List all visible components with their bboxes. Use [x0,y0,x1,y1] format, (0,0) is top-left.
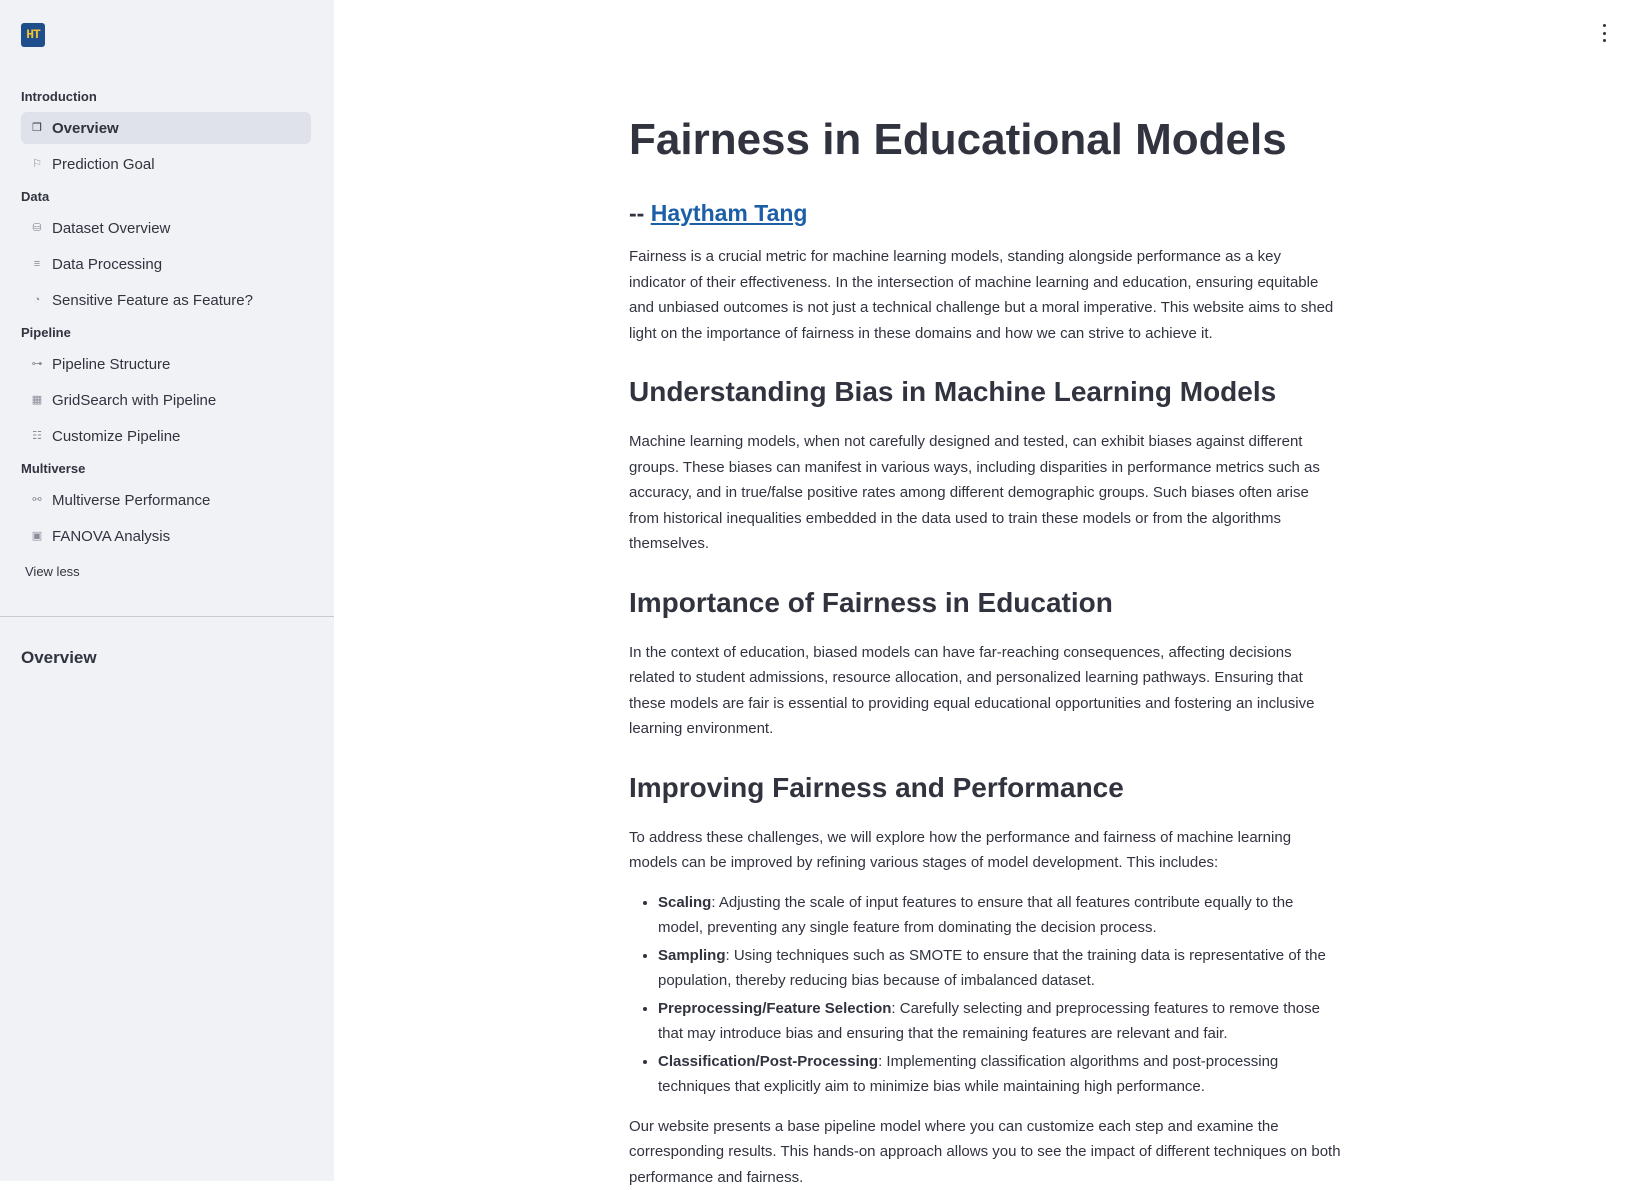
sidebar-item-data-processing[interactable]: ≡ Data Processing [21,248,311,280]
sidebar-item-label: Pipeline Structure [52,356,170,373]
sidebar-item-label: FANOVA Analysis [52,528,170,545]
list-item-term: Sampling [658,947,726,964]
sidebar-item-multiverse-performance[interactable]: ⚯ Multiverse Performance [21,484,311,516]
list-item-text: : Using techniques such as SMOTE to ensu… [658,947,1326,990]
head-icon: ◔ [31,294,43,306]
list-item-term: Preprocessing/Feature Selection [658,1000,891,1017]
list-item: Preprocessing/Feature Selection: Careful… [658,996,1341,1047]
sidebar-item-prediction-goal[interactable]: ⚐ Prediction Goal [21,148,311,180]
sidebar: HT Introduction ❐ Overview ⚐ Prediction Goal… [0,0,334,1181]
tree-icon: ⊶ [31,358,43,370]
sidebar-item-sensitive-feature-as-feature[interactable]: ◔ Sensitive Feature as Feature? [21,284,311,316]
main-content: Fairness in Educational Models -- Haytha… [629,108,1341,1190]
list-item-term: Classification/Post-Processing [658,1053,878,1070]
sidebar-item-dataset-overview[interactable]: ⛁ Dataset Overview [21,212,311,244]
sidebar-divider [0,616,334,617]
heading-bias: Understanding Bias in Machine Learning M… [629,372,1341,412]
sidebar-item-overview[interactable]: ❐ Overview [21,112,311,144]
sidebar-item-customize-pipeline[interactable]: ☷ Customize Pipeline [21,420,311,452]
sidebar-item-label: Dataset Overview [52,220,170,237]
author-line: -- Haytham Tang [629,196,1341,230]
author-prefix: -- [629,200,651,226]
closing-paragraph: Our website presents a base pipeline mod… [629,1114,1341,1190]
heading-importance: Importance of Fairness in Education [629,583,1341,623]
app-logo-icon[interactable]: HT [21,23,45,47]
sidebar-item-label: Prediction Goal [52,156,155,173]
list-item: Scaling: Adjusting the scale of input fe… [658,890,1341,941]
sidebar-section-title: Data [21,184,311,210]
lines-icon: ≡ [31,258,43,270]
database-icon: ⛁ [31,222,43,234]
importance-paragraph: In the context of education, biased mode… [629,640,1341,742]
list-item: Sampling: Using techniques such as SMOTE… [658,943,1341,994]
sidebar-section-title: Introduction [21,84,311,110]
list-item-term: Scaling [658,894,711,911]
bias-paragraph: Machine learning models, when not carefu… [629,429,1341,557]
flag-icon: ⚐ [31,158,43,170]
author-link[interactable]: Haytham Tang [651,200,808,226]
sidebar-nav: Introduction ❐ Overview ⚐ Prediction Goal Dat… [21,80,311,579]
sliders-icon: ☷ [31,430,43,442]
improvement-list: Scaling: Adjusting the scale of input fe… [629,890,1341,1100]
sidebar-page-heading: Overview [21,648,97,668]
list-item-text: : Adjusting the scale of input features … [658,894,1293,937]
sidebar-item-gridsearch-with-pipeline[interactable]: ▦ GridSearch with Pipeline [21,384,311,416]
sidebar-item-pipeline-structure[interactable]: ⊶ Pipeline Structure [21,348,311,380]
page-icon: ❐ [31,122,43,134]
graph-icon: ⚯ [31,494,43,506]
grid-icon: ▦ [31,394,43,406]
sidebar-item-label: Overview [52,120,119,137]
sidebar-section-title: Pipeline [21,320,311,346]
sidebar-item-label: GridSearch with Pipeline [52,392,216,409]
sidebar-item-label: Data Processing [52,256,162,273]
main-menu-icon[interactable] [1596,24,1612,42]
sidebar-section-title: Multiverse [21,456,311,482]
chart-icon: ▣ [31,530,43,542]
list-item: Classification/Post-Processing: Implemen… [658,1049,1341,1100]
sidebar-item-label: Multiverse Performance [52,492,210,509]
page-title: Fairness in Educational Models [629,108,1341,172]
heading-improving: Improving Fairness and Performance [629,768,1341,808]
view-less-button[interactable]: View less [21,564,311,579]
sidebar-item-fanova-analysis[interactable]: ▣ FANOVA Analysis [21,520,311,552]
intro-paragraph: Fairness is a crucial metric for machine… [629,244,1341,346]
sidebar-item-label: Customize Pipeline [52,428,180,445]
sidebar-item-label: Sensitive Feature as Feature? [52,292,253,309]
improving-paragraph: To address these challenges, we will exp… [629,825,1341,876]
